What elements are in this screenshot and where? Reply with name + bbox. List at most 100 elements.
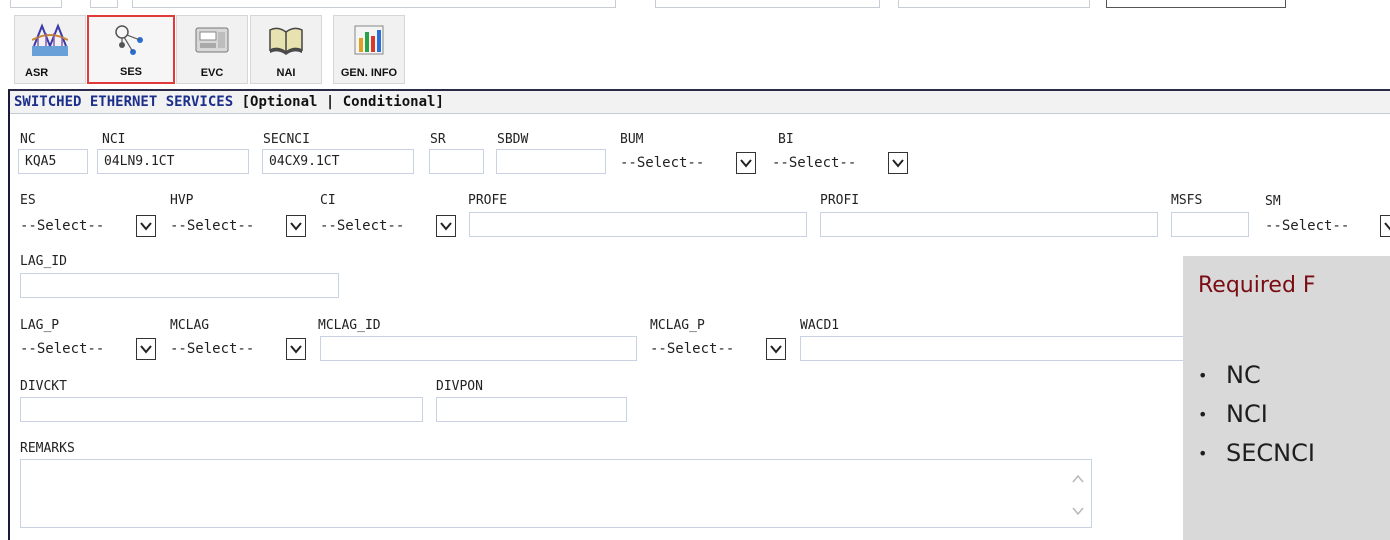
required-fields-panel: Required F • NC • NCI • SECNCI xyxy=(1183,256,1390,540)
top-field-2[interactable] xyxy=(90,0,118,8)
mclag-p-select[interactable]: --Select-- xyxy=(650,338,786,360)
required-item-label: NC xyxy=(1226,361,1261,389)
es-label: ES xyxy=(20,193,36,208)
sbdw-label: SBDW xyxy=(497,132,529,147)
nai-label: NAI xyxy=(276,67,296,79)
wacd1-field[interactable] xyxy=(800,336,1190,361)
top-field-3[interactable] xyxy=(132,0,616,8)
divckt-label: DIVCKT xyxy=(20,379,67,394)
nai-button[interactable]: NAI xyxy=(250,15,322,84)
ci-select[interactable]: --Select-- xyxy=(320,215,456,237)
panel-title: SWITCHED ETHERNET SERVICES xyxy=(14,94,234,110)
ses-button[interactable]: SES xyxy=(87,15,175,84)
lag-p-value: --Select-- xyxy=(20,341,105,357)
chevron-down-icon[interactable] xyxy=(766,338,786,360)
top-field-4[interactable] xyxy=(655,0,880,8)
panel-header: SWITCHED ETHERNET SERVICES [Optional | C… xyxy=(10,91,1390,114)
sm-label: SM xyxy=(1265,194,1281,209)
lag-p-label: LAG_P xyxy=(20,318,60,333)
mclag-label: MCLAG xyxy=(170,318,210,333)
bum-value: --Select-- xyxy=(620,155,705,171)
panel-subtitle: [Optional | Conditional] xyxy=(233,94,444,110)
sr-field[interactable] xyxy=(429,149,484,174)
ci-value: --Select-- xyxy=(320,218,405,234)
ses-label: SES xyxy=(119,66,142,78)
evc-button[interactable]: EVC xyxy=(176,15,248,84)
required-fields-title: Required F xyxy=(1198,273,1316,298)
network-icon xyxy=(115,25,143,55)
bum-select[interactable]: --Select-- xyxy=(620,152,756,174)
asr-button[interactable]: ASR xyxy=(14,15,86,84)
profe-field[interactable] xyxy=(469,212,807,237)
nc-label: NC xyxy=(20,132,36,147)
profi-field[interactable] xyxy=(820,212,1158,237)
msfs-field[interactable] xyxy=(1171,212,1249,237)
lag-p-select[interactable]: --Select-- xyxy=(20,338,156,360)
chart-icon xyxy=(354,25,384,55)
remarks-textarea[interactable] xyxy=(20,459,1092,528)
mclag-id-field[interactable] xyxy=(320,336,637,361)
mclag-id-label: MCLAG_ID xyxy=(318,318,381,333)
hvp-select[interactable]: --Select-- xyxy=(170,215,306,237)
gen-info-label: GEN. INFO xyxy=(340,67,398,79)
profi-label: PROFI xyxy=(820,193,860,208)
divpon-field[interactable] xyxy=(436,397,627,422)
bi-select[interactable]: --Select-- xyxy=(772,152,908,174)
chevron-down-icon[interactable] xyxy=(736,152,756,174)
sm-select[interactable]: --Select-- xyxy=(1265,215,1390,237)
chevron-down-icon[interactable] xyxy=(436,215,456,237)
top-field-5[interactable] xyxy=(898,0,1090,8)
es-select[interactable]: --Select-- xyxy=(20,215,156,237)
chevron-down-icon[interactable] xyxy=(888,152,908,174)
remarks-scrollbar[interactable] xyxy=(1070,470,1086,520)
hvp-label: HVP xyxy=(170,193,194,208)
chevron-down-icon[interactable] xyxy=(136,338,156,360)
phone-icon xyxy=(195,27,229,53)
nci-field[interactable]: 04LN9.1CT xyxy=(97,149,249,174)
chevron-down-icon[interactable] xyxy=(286,215,306,237)
bi-value: --Select-- xyxy=(772,155,857,171)
lag-id-field[interactable] xyxy=(20,273,339,298)
bum-label: BUM xyxy=(620,132,644,147)
top-field-1[interactable] xyxy=(10,0,62,8)
divpon-label: DIVPON xyxy=(436,379,483,394)
msfs-label: MSFS xyxy=(1171,193,1203,208)
asr-label: ASR xyxy=(25,67,49,79)
lag-id-label: LAG_ID xyxy=(20,254,67,269)
hvp-value: --Select-- xyxy=(170,218,255,234)
ci-label: CI xyxy=(320,193,336,208)
required-item-label: SECNCI xyxy=(1226,439,1315,467)
sbdw-field[interactable] xyxy=(496,149,606,174)
remarks-label: REMARKS xyxy=(20,441,75,456)
required-item-label: NCI xyxy=(1226,400,1268,428)
required-fields-list: • NC • NCI • SECNCI xyxy=(1198,356,1315,473)
divckt-field[interactable] xyxy=(20,397,423,422)
top-field-strip xyxy=(0,0,1390,12)
secnci-field[interactable]: 04CX9.1CT xyxy=(262,149,414,174)
top-field-6[interactable] xyxy=(1106,0,1286,8)
mclag-p-value: --Select-- xyxy=(650,341,735,357)
nc-field[interactable]: KQA5 xyxy=(18,149,88,174)
sr-label: SR xyxy=(430,132,446,147)
chevron-down-icon[interactable] xyxy=(286,338,306,360)
mclag-value: --Select-- xyxy=(170,341,255,357)
wacd1-label: WACD1 xyxy=(800,318,840,333)
list-item: • SECNCI xyxy=(1198,439,1315,467)
bi-label: BI xyxy=(778,132,794,147)
book-icon xyxy=(269,27,303,55)
nci-label: NCI xyxy=(102,132,126,147)
secnci-label: SECNCI xyxy=(263,132,310,147)
chevron-down-icon[interactable] xyxy=(136,215,156,237)
mclag-p-label: MCLAG_P xyxy=(650,318,705,333)
gen-info-button[interactable]: GEN. INFO xyxy=(333,15,405,84)
bridge-icon xyxy=(32,23,68,56)
scroll-up-icon[interactable] xyxy=(1072,474,1084,483)
scroll-down-icon[interactable] xyxy=(1072,507,1084,516)
mclag-select[interactable]: --Select-- xyxy=(170,338,306,360)
sm-value: --Select-- xyxy=(1265,218,1350,234)
chevron-down-icon[interactable] xyxy=(1380,215,1390,237)
list-item: • NC xyxy=(1198,361,1261,389)
list-item: • NCI xyxy=(1198,400,1268,428)
es-value: --Select-- xyxy=(20,218,105,234)
profe-label: PROFE xyxy=(468,193,508,208)
